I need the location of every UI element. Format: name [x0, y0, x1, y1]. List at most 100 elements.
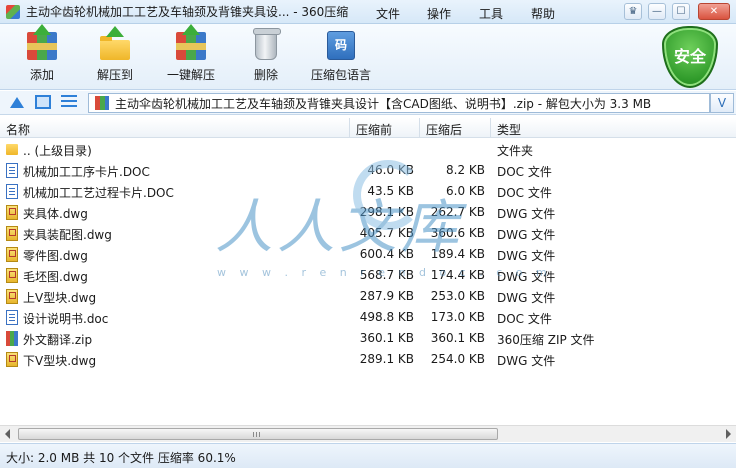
column-name[interactable]: 名称: [6, 121, 30, 138]
file-name: 上V型块.dwg: [23, 291, 97, 305]
column-after[interactable]: 压缩后: [426, 121, 462, 138]
size-before: 287.9 KB: [359, 289, 414, 303]
archive-icon: [95, 96, 109, 110]
file-type: DOC 文件: [497, 312, 552, 326]
size-after: 6.0 KB: [446, 184, 485, 198]
list-item[interactable]: 夹具装配图.dwg 405.7 KB 360.6 KB DWG 文件: [0, 223, 736, 244]
menu-help[interactable]: 帮助: [527, 5, 559, 22]
file-type: 360压缩 ZIP 文件: [497, 333, 595, 347]
menu-operate[interactable]: 操作: [423, 5, 455, 22]
path-dropdown-button[interactable]: V: [710, 93, 734, 113]
file-name: 毛坯图.dwg: [23, 270, 88, 284]
size-after: 174.4 KB: [430, 268, 485, 282]
size-before: 360.1 KB: [359, 331, 414, 345]
extract-folder-icon: [98, 26, 132, 62]
list-header: 名称 压缩前 压缩后 类型: [0, 118, 736, 138]
file-type: DWG 文件: [497, 207, 556, 221]
file-type: DWG 文件: [497, 249, 556, 263]
size-before: 568.7 KB: [359, 268, 414, 282]
size-before: 46.0 KB: [367, 163, 414, 177]
add-button[interactable]: 添加: [22, 24, 62, 83]
add-archive-icon: [25, 24, 59, 62]
size-after: 253.0 KB: [430, 289, 485, 303]
delete-button[interactable]: 删除: [248, 28, 284, 83]
window-title: 主动伞齿轮机械加工工艺及车轴颈及背锥夹具设... - 360压缩: [26, 5, 349, 19]
file-name: 夹具体.dwg: [23, 207, 88, 221]
one-click-extract-button[interactable]: 一键解压: [165, 24, 217, 83]
dwg-file-icon: [6, 289, 18, 304]
dwg-file-icon: [6, 226, 18, 241]
up-arrow-icon[interactable]: [10, 97, 24, 108]
delete-label: 删除: [253, 68, 278, 82]
zip-file-icon: [6, 331, 18, 346]
address-bar: 主动伞齿轮机械加工工艺及车轴颈及背锥夹具设计【含CAD图纸、说明书】.zip -…: [0, 91, 736, 115]
path-text: 主动伞齿轮机械加工工艺及车轴颈及背锥夹具设计【含CAD图纸、说明书】.zip -…: [115, 96, 652, 111]
file-name: 机械加工工艺过程卡片.DOC: [23, 186, 174, 200]
column-type[interactable]: 类型: [497, 121, 521, 138]
file-name: 机械加工工序卡片.DOC: [23, 165, 150, 179]
scroll-left-icon[interactable]: [5, 429, 10, 439]
file-type: DWG 文件: [497, 291, 556, 305]
one-click-extract-icon: [174, 24, 208, 62]
extract-to-button[interactable]: 解压到: [92, 26, 138, 83]
doc-file-icon: [6, 163, 18, 178]
maximize-button[interactable]: ☐: [672, 3, 690, 20]
list-item[interactable]: 外文翻译.zip 360.1 KB 360.1 KB 360压缩 ZIP 文件: [0, 328, 736, 349]
size-after: 262.7 KB: [430, 205, 485, 219]
file-name: 夹具装配图.dwg: [23, 228, 112, 242]
size-before: 600.4 KB: [359, 247, 414, 261]
list-item[interactable]: .. (上级目录) 文件夹: [0, 139, 736, 160]
app-logo-icon: [6, 4, 20, 19]
menu-file[interactable]: 文件: [372, 5, 404, 22]
scroll-thumb[interactable]: [18, 428, 498, 440]
list-view-icon[interactable]: [61, 95, 77, 109]
doc-file-icon: [6, 184, 18, 199]
size-before: 289.1 KB: [359, 352, 414, 366]
minimize-button[interactable]: —: [648, 3, 666, 20]
size-before: 298.1 KB: [359, 205, 414, 219]
size-before: 405.7 KB: [359, 226, 414, 240]
list-item[interactable]: 设计说明书.doc 498.8 KB 173.0 KB DOC 文件: [0, 307, 736, 328]
list-item[interactable]: 零件图.dwg 600.4 KB 189.4 KB DWG 文件: [0, 244, 736, 265]
one-click-extract-label: 一键解压: [166, 68, 215, 82]
file-type: DOC 文件: [497, 165, 552, 179]
file-type: DWG 文件: [497, 228, 556, 242]
list-item[interactable]: 机械加工工序卡片.DOC 46.0 KB 8.2 KB DOC 文件: [0, 160, 736, 181]
file-name: 设计说明书.doc: [23, 312, 109, 326]
list-item[interactable]: 夹具体.dwg 298.1 KB 262.7 KB DWG 文件: [0, 202, 736, 223]
size-after: 8.2 KB: [446, 163, 485, 177]
archive-language-button[interactable]: 码 压缩包语言: [308, 28, 374, 83]
list-item[interactable]: 机械加工工艺过程卡片.DOC 43.5 KB 6.0 KB DOC 文件: [0, 181, 736, 202]
status-text: 大小: 2.0 MB 共 10 个文件 压缩率 60.1%: [6, 451, 236, 465]
size-after: 189.4 KB: [430, 247, 485, 261]
dwg-file-icon: [6, 268, 18, 283]
file-type: DWG 文件: [497, 354, 556, 368]
size-after: 254.0 KB: [430, 352, 485, 366]
list-item[interactable]: 下V型块.dwg 289.1 KB 254.0 KB DWG 文件: [0, 349, 736, 370]
scroll-right-icon[interactable]: [726, 429, 731, 439]
size-before: 43.5 KB: [367, 184, 414, 198]
folder-icon: [6, 144, 18, 155]
large-icon-view-icon[interactable]: [35, 95, 51, 109]
size-before: 498.8 KB: [359, 310, 414, 324]
toolbar: 添加 解压到 一键解压 删除 码 压缩包语言: [0, 24, 736, 90]
file-name: 外文翻译.zip: [23, 333, 93, 347]
add-label: 添加: [29, 68, 54, 82]
file-name: .. (上级目录): [23, 144, 92, 158]
doc-file-icon: [6, 310, 18, 325]
size-after: 360.6 KB: [430, 226, 485, 240]
codebook-icon: 码: [324, 28, 358, 62]
path-field[interactable]: 主动伞齿轮机械加工工艺及车轴颈及背锥夹具设计【含CAD图纸、说明书】.zip -…: [88, 93, 710, 113]
dwg-file-icon: [6, 205, 18, 220]
list-item[interactable]: 上V型块.dwg 287.9 KB 253.0 KB DWG 文件: [0, 286, 736, 307]
horizontal-scrollbar[interactable]: [0, 425, 736, 442]
trash-bin-icon: [249, 28, 283, 62]
size-after: 360.1 KB: [430, 331, 485, 345]
list-item[interactable]: 毛坯图.dwg 568.7 KB 174.4 KB DWG 文件: [0, 265, 736, 286]
close-button[interactable]: ✕: [698, 3, 730, 20]
menu-tools[interactable]: 工具: [475, 5, 507, 22]
file-type: DWG 文件: [497, 270, 556, 284]
dwg-file-icon: [6, 247, 18, 262]
skin-button[interactable]: ♛: [624, 3, 642, 20]
column-before[interactable]: 压缩前: [356, 121, 392, 138]
